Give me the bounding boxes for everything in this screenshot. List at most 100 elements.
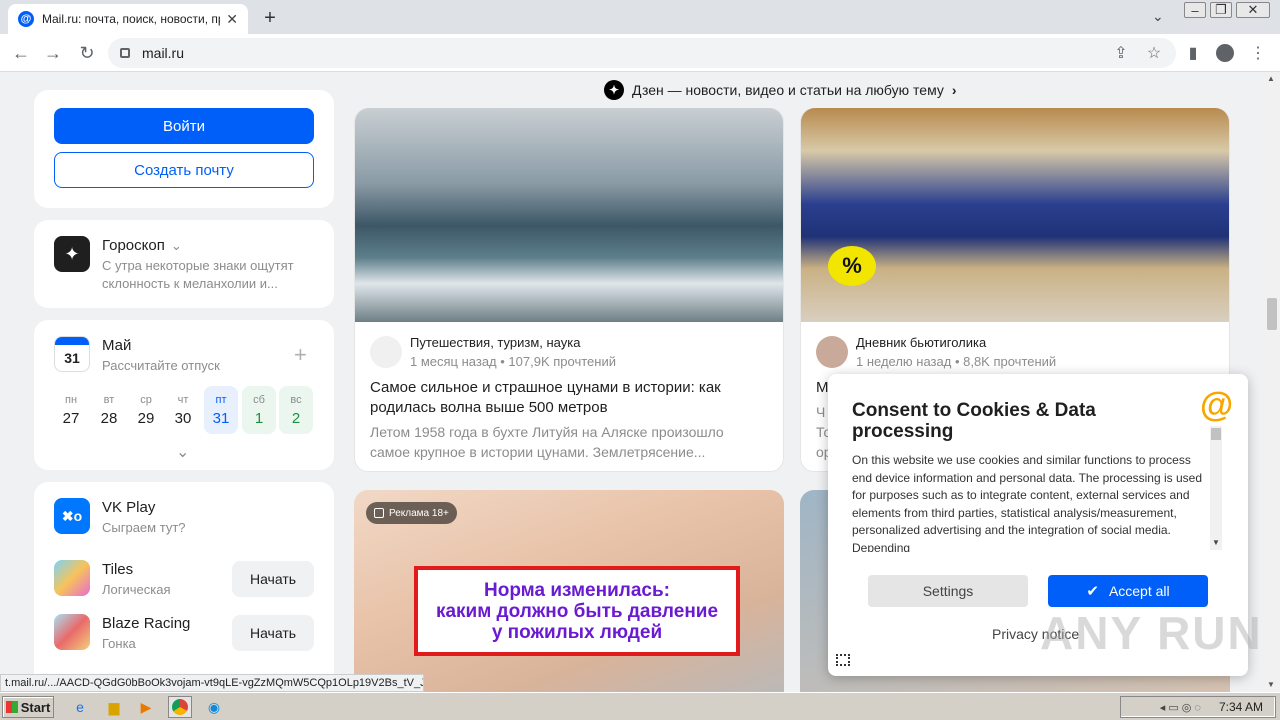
- horoscope-text-1: С утра некоторые знаки ощутят: [102, 258, 294, 273]
- consent-body: On this website we use cookies and simil…: [852, 452, 1204, 552]
- news-desc-fragment: Ч: [816, 404, 826, 420]
- calendar-month: Май: [102, 337, 132, 354]
- weekday-label: вт: [103, 393, 115, 406]
- page-scrollbar[interactable]: [1264, 72, 1280, 692]
- profile-icon[interactable]: [1214, 42, 1236, 64]
- news-title-line-1[interactable]: Самое сильное и страшное цунами в истори…: [370, 378, 721, 398]
- weekday-label: сб: [253, 393, 265, 406]
- forward-icon[interactable]: →: [42, 42, 64, 64]
- game-title[interactable]: Blaze Racing: [102, 615, 190, 632]
- calendar-day-sun[interactable]: вс 2: [279, 386, 313, 434]
- folder-icon[interactable]: ▆: [102, 696, 126, 718]
- bookmark-star-icon[interactable]: ☆: [1143, 42, 1165, 64]
- calendar-icon: 31: [54, 336, 90, 372]
- news-meta: 1 неделю назад • 8,8K прочтений: [856, 354, 1057, 369]
- calendar-day-wed[interactable]: ср 29: [129, 386, 163, 434]
- ie-icon[interactable]: e: [68, 696, 92, 718]
- ad-badge: Реклама 18+: [366, 502, 457, 524]
- expand-calendar-icon[interactable]: ⌄: [176, 442, 189, 462]
- news-title-line-2[interactable]: родилась волна выше 500 метров: [370, 398, 608, 418]
- edge-icon[interactable]: ◉: [202, 696, 226, 718]
- minimize-button[interactable]: –: [1184, 2, 1206, 18]
- calendar-day-tue[interactable]: вт 28: [92, 386, 126, 434]
- start-button[interactable]: Start: [2, 696, 54, 718]
- news-source[interactable]: Путешествия, туризм, наука: [410, 335, 580, 350]
- calendar-day-mon[interactable]: пн 27: [54, 386, 88, 434]
- tiles-game-icon[interactable]: [54, 560, 90, 596]
- accept-all-button[interactable]: ✔ Accept all: [1048, 575, 1208, 607]
- browser-tab[interactable]: @ Mail.ru: почта, поиск, новости, пр ✕: [8, 4, 248, 34]
- day-number: 2: [291, 409, 301, 427]
- horoscope-text-2: склонность к меланхолии и...: [102, 276, 278, 291]
- consent-scroll-down-icon[interactable]: ▼: [1212, 538, 1220, 547]
- create-mail-button[interactable]: Создать почту: [54, 152, 314, 188]
- login-button[interactable]: Войти: [54, 108, 314, 144]
- system-tray: ◂ ▭ ◎ ◌ 7:34 AM: [1120, 696, 1276, 718]
- tab-search-icon[interactable]: ⌄: [1152, 8, 1164, 25]
- source-avatar: [816, 336, 848, 368]
- news-image-store-shelf[interactable]: [801, 108, 1229, 322]
- day-number: 31: [212, 409, 230, 427]
- reload-icon[interactable]: ↻: [76, 42, 98, 64]
- consent-title-line-2: processing: [852, 421, 954, 442]
- game-title[interactable]: Tiles: [102, 561, 133, 578]
- windows-logo-icon: [5, 701, 18, 713]
- vkplay-logo-icon: ✖o: [54, 498, 90, 534]
- chevron-down-icon[interactable]: ⌄: [171, 238, 182, 254]
- calendar-day-thu[interactable]: чт 30: [166, 386, 200, 434]
- ad-headline-1: Норма изменилась:: [484, 579, 670, 601]
- weekday-label: пт: [215, 393, 227, 406]
- chrome-icon[interactable]: [168, 696, 192, 718]
- tray-icons: ◂ ▭ ◎ ◌: [1159, 701, 1201, 714]
- restore-button[interactable]: ❐: [1210, 2, 1232, 18]
- new-tab-button[interactable]: +: [258, 6, 282, 30]
- address-bar[interactable]: mail.ru: [108, 38, 1176, 68]
- side-panel-icon[interactable]: ▮: [1182, 42, 1204, 64]
- vkplay-subtitle: Сыграем тут?: [102, 520, 186, 535]
- vkplay-title[interactable]: VK Play: [102, 499, 155, 516]
- calendar-day-sat[interactable]: сб 1: [242, 386, 276, 434]
- day-number: 27: [62, 409, 80, 427]
- scroll-down-icon[interactable]: ▼: [1267, 680, 1275, 689]
- menu-icon[interactable]: ⋮: [1247, 42, 1269, 64]
- checkbox-icon: [374, 508, 384, 518]
- back-icon[interactable]: ←: [10, 42, 32, 64]
- calendar-subtitle: Рассчитайте отпуск: [102, 358, 220, 373]
- news-title-fragment[interactable]: М: [816, 378, 829, 398]
- news-desc-line-1: Летом 1958 года в бухте Литуйя на Аляске…: [370, 424, 724, 440]
- start-label: Start: [20, 699, 51, 715]
- media-player-icon[interactable]: ▶: [134, 696, 158, 718]
- scrollbar-thumb[interactable]: [1267, 298, 1277, 330]
- news-image-tsunami[interactable]: [355, 108, 783, 322]
- blaze-racing-game-icon[interactable]: [54, 614, 90, 650]
- windows-taskbar: Start e ▆ ▶ ◉ ◂ ▭ ◎ ◌ 7:34 AM: [0, 692, 1280, 720]
- sparkle-icon: ✦: [54, 236, 90, 272]
- browser-titlebar: @ Mail.ru: почта, поиск, новости, пр ✕ +…: [0, 0, 1280, 34]
- share-icon[interactable]: ⇪: [1110, 42, 1132, 64]
- zen-logo-icon: ✦: [604, 80, 624, 100]
- zen-banner[interactable]: ✦ Дзен — новости, видео и статьи на любу…: [604, 80, 957, 100]
- close-tab-icon[interactable]: ✕: [226, 11, 238, 28]
- consent-scrollbar[interactable]: [1210, 426, 1222, 550]
- start-game-button[interactable]: Начать: [232, 615, 314, 651]
- ad-headline-box[interactable]: Норма изменилась: каким должно быть давл…: [414, 566, 740, 656]
- close-window-button[interactable]: ✕: [1236, 2, 1270, 18]
- sale-badge: %: [828, 246, 876, 286]
- start-game-button[interactable]: Начать: [232, 561, 314, 597]
- day-number: 28: [100, 409, 118, 427]
- ad-badge-text: Реклама 18+: [389, 507, 449, 519]
- chevron-right-icon: ›: [951, 82, 957, 98]
- horoscope-title-text: Гороскоп: [102, 237, 165, 254]
- day-number: 1: [254, 409, 264, 427]
- weekday-label: чт: [177, 393, 189, 406]
- ad-headline-3: у пожилых людей: [491, 621, 663, 643]
- weekday-label: ср: [140, 393, 152, 406]
- accept-all-label: Accept all: [1108, 583, 1170, 599]
- watermark: ANY RUN: [1040, 607, 1263, 659]
- scroll-up-icon[interactable]: ▲: [1267, 74, 1275, 83]
- settings-button[interactable]: Settings: [868, 575, 1028, 607]
- weekday-label: пн: [64, 393, 78, 406]
- news-source[interactable]: Дневник бьютиголика: [856, 335, 986, 350]
- calendar-day-fri-today[interactable]: пт 31: [204, 386, 238, 434]
- add-event-icon[interactable]: +: [294, 342, 307, 368]
